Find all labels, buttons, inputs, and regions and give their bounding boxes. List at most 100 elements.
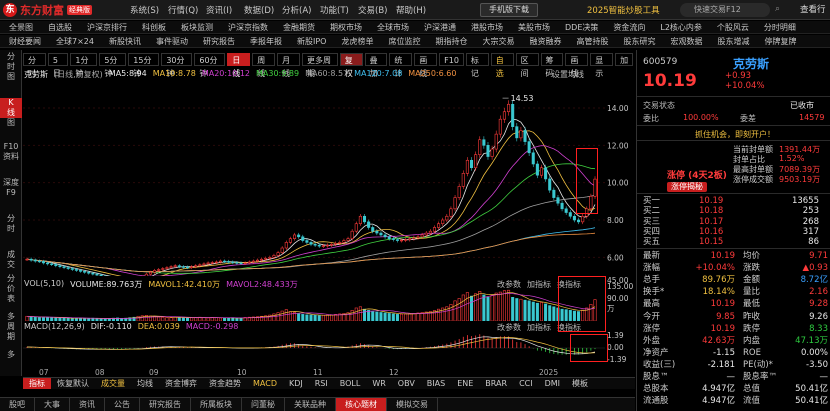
nav-item-markets[interactable]: 板块监测: [172, 22, 219, 33]
bottom-tab[interactable]: 公告: [105, 397, 140, 411]
menu-item[interactable]: 功能(T): [320, 4, 358, 16]
rail-item[interactable]: F9: [0, 188, 22, 198]
bottom-tab[interactable]: 股吧: [0, 397, 35, 411]
nav-item-news[interactable]: 停牌复牌: [755, 36, 802, 47]
nav-item-markets[interactable]: 港股市场: [462, 22, 509, 33]
indicator-tab[interactable]: 恢复默认: [51, 378, 95, 389]
menu-item[interactable]: 帮助(H): [396, 4, 434, 16]
period-tab[interactable]: 周线: [252, 52, 276, 78]
menu-item[interactable]: 分析(A): [282, 4, 320, 16]
mobile-download-button[interactable]: 手机版下载: [480, 3, 538, 17]
nav-item-news[interactable]: 融资融券: [520, 36, 567, 47]
period-tab[interactable]: 月线: [277, 52, 300, 78]
chart-tool-button[interactable]: 画线: [414, 52, 438, 78]
bottom-tab[interactable]: 资讯: [70, 397, 105, 411]
indicator-tab[interactable]: MACD: [247, 379, 283, 388]
rail-item[interactable]: 表: [0, 294, 22, 304]
chart-tool-button[interactable]: 区间: [515, 52, 539, 78]
nav-item-markets[interactable]: 资金流向: [604, 22, 651, 33]
chart-tool-button[interactable]: 筹码: [540, 52, 564, 78]
period-tab[interactable]: 1分钟: [70, 52, 98, 78]
period-tab[interactable]: 日线: [227, 52, 251, 78]
quick-trade-button[interactable]: 快速交易F12: [680, 3, 770, 17]
nav-item-news[interactable]: 研究报告: [194, 36, 241, 47]
nav-item-news[interactable]: 席位监控: [379, 36, 426, 47]
bottom-tab[interactable]: 关联品种: [285, 397, 336, 411]
rail-item[interactable]: 多: [0, 312, 22, 322]
rail-item[interactable]: K: [0, 98, 22, 108]
nav-item-news[interactable]: 龙虎榜单: [332, 36, 379, 47]
nav-item-news[interactable]: 宏观数据: [661, 36, 708, 47]
indicator-tab[interactable]: BOLL: [334, 379, 367, 388]
rail-item[interactable]: 时: [0, 62, 22, 72]
rail-item[interactable]: 价: [0, 284, 22, 294]
chart-tool-button[interactable]: 显示: [590, 52, 614, 78]
promo-link[interactable]: 2025智能炒股工具: [587, 4, 660, 16]
period-tab[interactable]: 30分钟: [161, 52, 193, 78]
rail-item[interactable]: 图: [0, 118, 22, 128]
rail-item[interactable]: 图: [0, 72, 22, 82]
nav-item-markets[interactable]: 全球市场: [368, 22, 415, 33]
open-account-promo[interactable]: 抓住机会，即刻开户！: [695, 129, 775, 140]
indicator-tab[interactable]: 资金趋势: [203, 378, 247, 389]
nav-item-news[interactable]: 财经要闻: [0, 36, 47, 47]
indicator-tab[interactable]: 均线: [131, 378, 159, 389]
indicator-tab[interactable]: ENE: [451, 379, 479, 388]
nav-item-news[interactable]: 新股IPO: [288, 36, 332, 47]
search-icon[interactable]: ⌕: [775, 4, 780, 14]
rail-item[interactable]: 分: [0, 214, 22, 224]
nav-item-news[interactable]: 新股快讯: [100, 36, 147, 47]
nav-item-news[interactable]: 高管持股: [567, 36, 614, 47]
indicator-tab[interactable]: RSI: [309, 379, 334, 388]
chart-tool-button[interactable]: 复权: [339, 52, 363, 78]
volume-chart[interactable]: [23, 289, 605, 321]
period-tab[interactable]: 60分钟: [194, 52, 226, 78]
order-book-row[interactable]: 买四 10.16 317: [643, 227, 827, 237]
nav-item-markets[interactable]: 科创板: [133, 22, 172, 33]
rail-item[interactable]: F10: [0, 142, 22, 152]
chart-tool-button[interactable]: 加: [615, 52, 634, 66]
rail-item[interactable]: 时: [0, 224, 22, 234]
period-tab[interactable]: 更多周期: [302, 52, 338, 78]
nav-item-markets[interactable]: 美股市场: [509, 22, 556, 33]
chart-tool-button[interactable]: 统计: [389, 52, 413, 78]
nav-item-markets[interactable]: 自选股: [39, 22, 78, 33]
nav-item-markets[interactable]: 金融期货: [274, 22, 321, 33]
period-tab[interactable]: 15分钟: [128, 52, 160, 78]
bottom-tab[interactable]: 核心题材: [336, 397, 387, 411]
rail-item[interactable]: 多: [0, 350, 22, 360]
nav-item-news[interactable]: 季报年报: [241, 36, 288, 47]
menu-item[interactable]: 资讯(I): [206, 4, 244, 16]
nav-item-markets[interactable]: 沪深京指数: [219, 22, 274, 33]
chart-tool-button[interactable]: 叠加: [364, 52, 388, 78]
indicator-tab[interactable]: WR: [366, 379, 391, 388]
rail-item[interactable]: 交: [0, 260, 22, 270]
period-tab[interactable]: 5分钟: [99, 52, 127, 78]
macd-chart[interactable]: [23, 332, 605, 364]
rail-item[interactable]: 深度: [0, 178, 22, 188]
nav-item-news[interactable]: 期指持仓: [426, 36, 473, 47]
rail-item[interactable]: 期: [0, 332, 22, 342]
indicator-tab[interactable]: KDJ: [283, 379, 309, 388]
rail-item[interactable]: 分: [0, 52, 22, 62]
nav-item-markets[interactable]: L2核心内参: [651, 22, 708, 33]
indicator-tab[interactable]: 模板: [566, 378, 594, 389]
indicator-tab[interactable]: 成交量: [95, 378, 131, 389]
chart-tool-button[interactable]: 画线: [565, 52, 589, 78]
nav-item-news[interactable]: 全球7×24: [47, 36, 100, 47]
nav-item-markets[interactable]: 沪深京排行: [78, 22, 133, 33]
bottom-tab[interactable]: 问董秘: [242, 397, 285, 411]
bottom-tab[interactable]: 大事: [35, 397, 70, 411]
k-line-chart[interactable]: 14.534.69: [23, 80, 605, 276]
order-book-row[interactable]: 买一 10.19 13655: [643, 196, 827, 206]
indicator-tab[interactable]: BRAR: [479, 379, 513, 388]
indicator-tab[interactable]: OBV: [392, 379, 421, 388]
bottom-tab[interactable]: 所属板块: [191, 397, 242, 411]
chart-tool-button[interactable]: 标记: [465, 52, 489, 78]
nav-item-news[interactable]: 事件驱动: [147, 36, 194, 47]
indicator-tab[interactable]: CCI: [513, 379, 539, 388]
indicator-tab[interactable]: DMI: [539, 379, 566, 388]
chart-tool-button[interactable]: 自选: [490, 52, 514, 78]
limit-reveal-button[interactable]: 涨停揭秘: [667, 182, 707, 192]
nav-item-markets[interactable]: DDE决策: [556, 22, 604, 33]
